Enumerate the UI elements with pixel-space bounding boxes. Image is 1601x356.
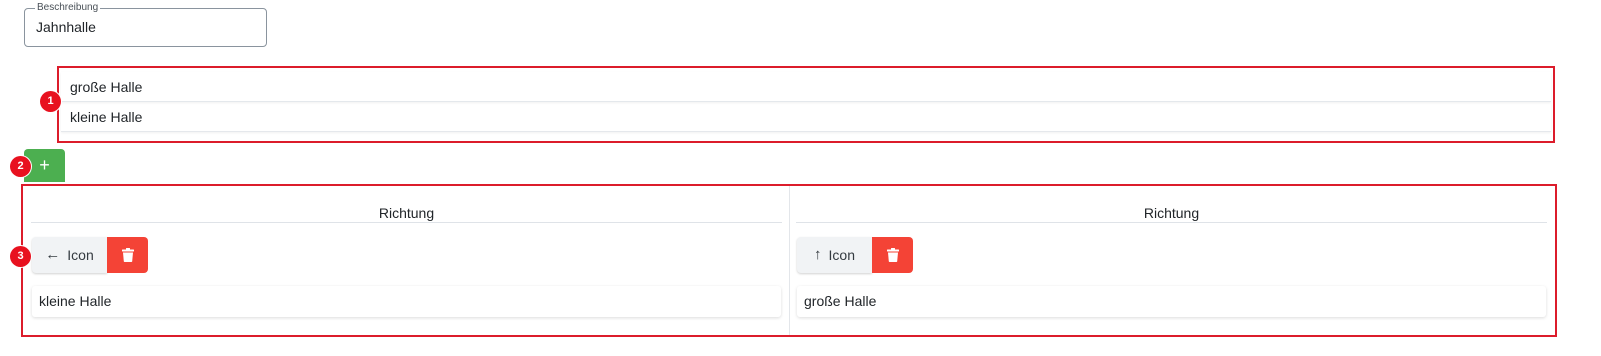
marker-1: 1 xyxy=(40,91,61,112)
description-legend: Beschreibung xyxy=(35,2,101,14)
plus-icon: + xyxy=(39,155,50,175)
description-field[interactable]: Beschreibung xyxy=(24,2,267,47)
marker-2: 2 xyxy=(10,156,31,177)
highlight-box-3 xyxy=(21,184,1557,337)
marker-3: 3 xyxy=(10,246,31,267)
description-input[interactable] xyxy=(36,19,256,36)
highlight-box-1 xyxy=(57,66,1555,143)
